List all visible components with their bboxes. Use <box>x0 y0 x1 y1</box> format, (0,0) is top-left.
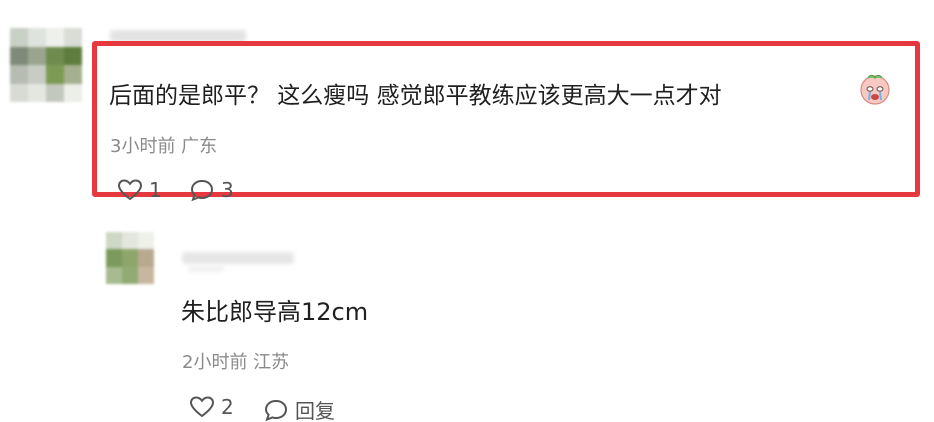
username-blurred <box>182 252 294 264</box>
like-button[interactable]: 2 <box>189 395 234 419</box>
like-count: 1 <box>149 178 162 202</box>
avatar[interactable] <box>10 28 82 102</box>
highlight-frame <box>92 41 920 197</box>
reply-button[interactable]: 回复 <box>263 395 335 422</box>
like-button[interactable]: 1 <box>117 178 162 202</box>
heart-icon <box>117 179 143 201</box>
comment-bubble-icon <box>190 179 214 202</box>
username-blurred <box>188 266 224 272</box>
reply-meta: 2小时前 江苏 <box>182 352 290 373</box>
comment-thread: 后面的是郎平？ 这么瘦吗 感觉郎平教练应该更高大一点才对 3小时前 广东 1 3… <box>0 0 934 422</box>
reply-count: 3 <box>221 178 234 202</box>
comment-bubble-icon <box>264 399 288 421</box>
avatar[interactable] <box>106 232 154 284</box>
reply-label: 回复 <box>295 399 335 422</box>
crying-face-emoji <box>860 74 890 105</box>
heart-icon <box>189 396 215 418</box>
like-count: 2 <box>221 395 234 419</box>
reply-text: 朱比郎导高12cm <box>181 298 369 326</box>
reply-count-button[interactable]: 3 <box>189 178 234 202</box>
comment-meta: 3小时前 广东 <box>110 136 218 157</box>
comment-text: 后面的是郎平？ 这么瘦吗 感觉郎平教练应该更高大一点才对 <box>109 83 722 109</box>
